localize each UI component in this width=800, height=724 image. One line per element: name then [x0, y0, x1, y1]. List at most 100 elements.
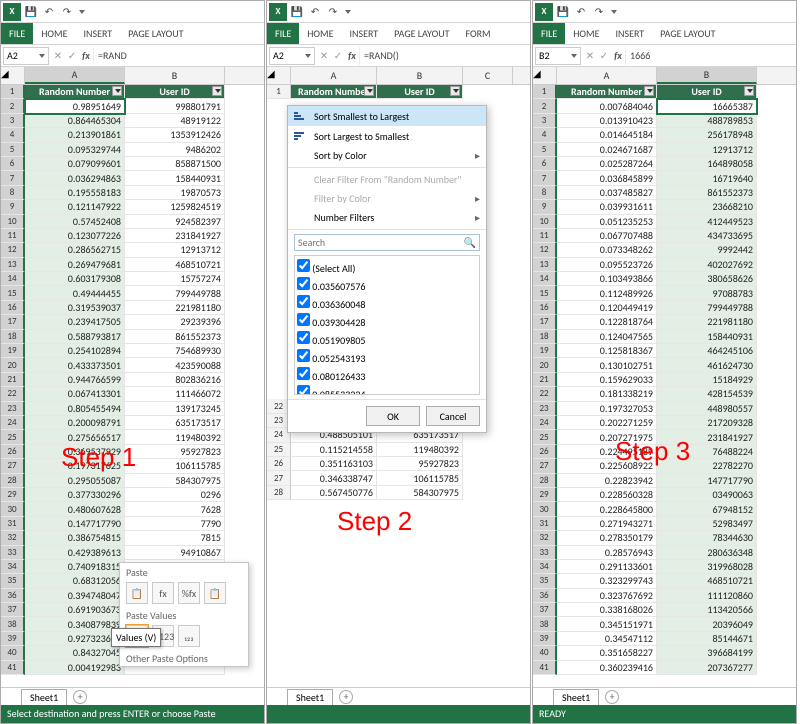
cell[interactable]: 94910867 — [125, 546, 225, 560]
cell[interactable]: 0.103493866 — [557, 272, 657, 286]
cell[interactable]: 0.291133601 — [557, 560, 657, 574]
cell[interactable]: 106115785 — [377, 471, 463, 485]
row-header[interactable]: 14 — [1, 272, 25, 286]
sort-desc-item[interactable]: Sort Largest to Smallest — [288, 126, 486, 146]
cell[interactable]: 0.036845899 — [557, 171, 657, 185]
cell[interactable]: 0.195558183 — [25, 186, 125, 200]
cell[interactable]: 0.740918315 — [25, 560, 125, 574]
row-header[interactable]: 35 — [1, 574, 25, 588]
cell[interactable]: 0.036294863 — [25, 171, 125, 185]
paste-values-srcfmt-icon[interactable]: ₁₂₃ — [178, 625, 200, 647]
cell[interactable]: 448980557 — [657, 402, 757, 416]
name-box[interactable]: A2 — [3, 47, 49, 65]
cell[interactable]: 0.351163103 — [291, 457, 377, 471]
formula-input[interactable]: =RAND — [93, 47, 264, 65]
tab-formulas[interactable]: FORM — [457, 23, 498, 44]
checkbox[interactable] — [297, 277, 310, 290]
cell[interactable]: 0.004192983 — [25, 661, 125, 675]
cell[interactable]: 0.073348262 — [557, 243, 657, 257]
cell[interactable]: 0.095329744 — [25, 143, 125, 157]
cell[interactable]: 468510721 — [125, 258, 225, 272]
cell[interactable]: 147717790 — [657, 474, 757, 488]
cell[interactable]: 48919122 — [125, 114, 225, 128]
cell[interactable]: 0.039931611 — [557, 200, 657, 214]
cell[interactable]: 9992442 — [657, 243, 757, 257]
row-header[interactable]: 12 — [1, 243, 25, 257]
cell[interactable]: 12913712 — [657, 143, 757, 157]
cell[interactable]: 15757274 — [125, 272, 225, 286]
cell[interactable]: 158440931 — [657, 330, 757, 344]
cell[interactable]: 0.68312056 — [25, 574, 125, 588]
cell[interactable]: 16665387 — [657, 99, 757, 113]
row-header[interactable]: 26 — [1, 445, 25, 459]
row-header[interactable]: 37 — [533, 603, 557, 617]
cell[interactable]: 0.124047565 — [557, 330, 657, 344]
row-header[interactable]: 28 — [533, 474, 557, 488]
cell[interactable]: 0.28576943 — [557, 546, 657, 560]
cell[interactable]: 0.197327053 — [557, 402, 657, 416]
cell[interactable]: 0.228560328 — [557, 488, 657, 502]
cancel-button[interactable]: Cancel — [426, 406, 480, 426]
row-header[interactable]: 8 — [1, 186, 25, 200]
row-header[interactable]: 21 — [1, 373, 25, 387]
row-header[interactable]: 28 — [1, 474, 25, 488]
checkbox[interactable] — [297, 349, 310, 362]
table-header-userid[interactable]: User ID — [657, 85, 757, 99]
row-header[interactable]: 35 — [533, 574, 557, 588]
cell[interactable]: 280636348 — [657, 546, 757, 560]
cell[interactable]: 106115785 — [125, 459, 225, 473]
cell[interactable]: 861552373 — [657, 186, 757, 200]
col-header-b[interactable]: B — [125, 67, 225, 84]
row-header[interactable]: 1 — [1, 85, 25, 99]
cell[interactable]: 9486202 — [125, 143, 225, 157]
select-all-corner[interactable]: ◢ — [533, 67, 557, 84]
cell[interactable]: 0.691903673 — [25, 603, 125, 617]
cell[interactable]: 256178948 — [657, 128, 757, 142]
cell[interactable]: 119480392 — [125, 430, 225, 444]
row-header[interactable]: 40 — [1, 646, 25, 660]
cell[interactable]: 468510721 — [657, 574, 757, 588]
cell[interactable]: 754689930 — [125, 344, 225, 358]
row-header[interactable]: 18 — [533, 330, 557, 344]
tab-insert[interactable]: INSERT — [76, 23, 121, 44]
cell[interactable]: 1259824519 — [125, 200, 225, 214]
row-header[interactable]: 15 — [1, 286, 25, 300]
cell[interactable]: 15184929 — [657, 373, 757, 387]
row-header[interactable]: 2 — [1, 99, 25, 113]
cell[interactable]: 0.051235253 — [557, 215, 657, 229]
enter-formula-icon[interactable]: ✓ — [65, 49, 79, 62]
cell[interactable]: 03490063 — [657, 488, 757, 502]
cell[interactable]: 0.014645184 — [557, 128, 657, 142]
row-header[interactable]: 33 — [1, 546, 25, 560]
table-header-random[interactable]: Random Number — [291, 85, 377, 99]
cell[interactable]: 52983497 — [657, 517, 757, 531]
cell[interactable]: 0.351658227 — [557, 646, 657, 660]
row-header[interactable]: 12 — [533, 243, 557, 257]
row-header[interactable]: 16 — [533, 301, 557, 315]
cell[interactable]: 464245106 — [657, 344, 757, 358]
cell[interactable]: 7790 — [125, 517, 225, 531]
cell[interactable]: 423590088 — [125, 358, 225, 372]
row-header[interactable]: 23 — [1, 402, 25, 416]
col-header-a[interactable]: A — [291, 67, 377, 84]
cell[interactable]: 924582397 — [125, 215, 225, 229]
row-header[interactable]: 17 — [1, 315, 25, 329]
cell[interactable]: 412449523 — [657, 215, 757, 229]
filter-checkbox-item[interactable]: 0.080126433 — [297, 366, 477, 384]
row-header[interactable]: 1 — [267, 85, 291, 99]
fx-icon[interactable]: fx — [79, 49, 93, 62]
cell[interactable]: 1353912426 — [125, 128, 225, 142]
cell[interactable]: 0.067707488 — [557, 229, 657, 243]
tab-insert[interactable]: INSERT — [608, 23, 653, 44]
row-header[interactable]: 23 — [533, 402, 557, 416]
filter-icon[interactable] — [644, 86, 654, 96]
cell[interactable]: 0296 — [125, 488, 225, 502]
cell[interactable]: 19870573 — [125, 186, 225, 200]
row-header[interactable]: 11 — [1, 229, 25, 243]
row-header[interactable]: 20 — [1, 358, 25, 372]
row-header[interactable]: 38 — [533, 617, 557, 631]
tab-file[interactable]: FILE — [533, 23, 565, 44]
filter-checkbox-item[interactable]: (Select All) — [297, 258, 477, 276]
row-header[interactable]: 6 — [1, 157, 25, 171]
cell[interactable]: 0.360239416 — [557, 661, 657, 675]
